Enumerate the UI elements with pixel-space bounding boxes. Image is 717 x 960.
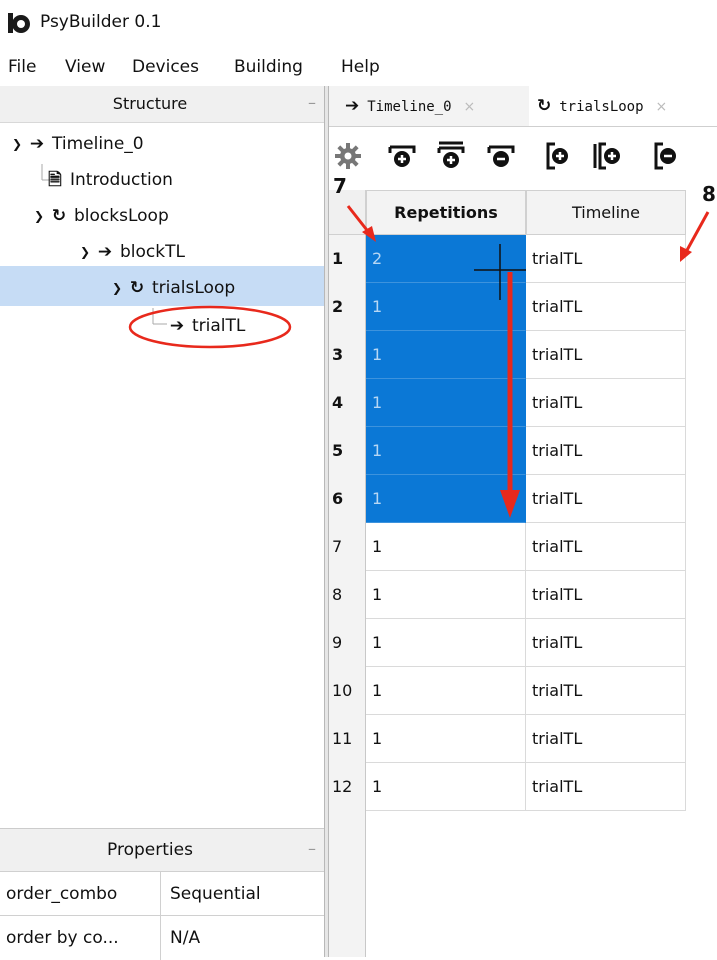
remove-column-icon[interactable] xyxy=(651,141,681,171)
conditions-table: Repetitions Timeline 1 2 trialTL 2 1 trialTL 3… xyxy=(329,190,717,957)
cell-repetitions[interactable]: 1 xyxy=(366,715,526,763)
cell-repetitions[interactable]: 1 xyxy=(366,331,526,379)
tab-bar: ➔ Timeline_0 × ↻ trialsLoop × xyxy=(329,86,717,127)
cell-timeline[interactable]: trialTL xyxy=(526,619,686,667)
properties-title: Properties xyxy=(107,840,193,860)
row-header[interactable]: 2 xyxy=(329,283,366,331)
row-header[interactable]: 4 xyxy=(329,379,366,427)
tab-timeline-0[interactable]: ➔ Timeline_0 × xyxy=(339,86,531,126)
row-header[interactable]: 7 xyxy=(329,523,366,571)
cell-timeline[interactable]: trialTL xyxy=(526,379,686,427)
property-row[interactable]: order_combo Sequential xyxy=(0,871,324,916)
app-title: PsyBuilder 0.1 xyxy=(40,12,162,32)
remove-row-icon[interactable] xyxy=(486,141,516,171)
tree-item-label: Introduction xyxy=(70,170,173,190)
cell-timeline[interactable]: trialTL xyxy=(526,763,686,811)
cell-timeline[interactable]: trialTL xyxy=(526,475,686,523)
row-header[interactable]: 5 xyxy=(329,427,366,475)
tab-label: trialsLoop xyxy=(559,99,644,115)
title-bar: PsyBuilder 0.1 xyxy=(0,0,717,48)
row-header[interactable]: 3 xyxy=(329,331,366,379)
cell-timeline[interactable]: trialTL xyxy=(526,715,686,763)
property-key: order by co... xyxy=(6,928,119,948)
cell-timeline[interactable]: trialTL xyxy=(526,523,686,571)
close-icon[interactable]: × xyxy=(656,99,668,115)
loop-icon: ↻ xyxy=(537,96,552,116)
tree-item-label: Timeline_0 xyxy=(52,134,144,154)
loop-icon: ↻ xyxy=(51,206,67,226)
add-row-icon[interactable] xyxy=(387,141,417,171)
cell-repetitions[interactable]: 1 xyxy=(366,619,526,667)
annotation-label-8: 8 xyxy=(702,182,716,206)
close-icon[interactable]: × xyxy=(464,99,476,115)
add-column-icon[interactable] xyxy=(543,141,573,171)
menu-bar: File View Devices Building Help xyxy=(0,52,717,82)
arrow-right-icon: ➔ xyxy=(29,134,45,154)
property-value[interactable]: Sequential xyxy=(170,872,261,916)
properties-header: Properties – xyxy=(0,828,324,871)
row-header[interactable]: 10 xyxy=(329,667,366,715)
annotation-label-7: 7 xyxy=(333,174,347,198)
tree-item-label: blockTL xyxy=(120,242,185,262)
menu-help[interactable]: Help xyxy=(339,52,382,82)
cell-repetitions[interactable]: 1 xyxy=(366,379,526,427)
chevron-down-icon[interactable]: ❯ xyxy=(76,234,94,270)
insert-rows-icon[interactable] xyxy=(436,141,466,171)
tree-item-trialsloop[interactable]: ❯ ↻ trialsLoop xyxy=(108,270,235,306)
property-row[interactable]: order by co... N/A xyxy=(0,915,324,960)
tree-item-label: blocksLoop xyxy=(74,206,169,226)
loop-toolbar xyxy=(329,127,717,185)
insert-column-icon[interactable] xyxy=(593,141,623,171)
cell-repetitions[interactable]: 1 xyxy=(366,571,526,619)
column-header-repetitions[interactable]: Repetitions xyxy=(366,190,526,235)
row-header[interactable]: 6 xyxy=(329,475,366,523)
cell-repetitions[interactable]: 1 xyxy=(366,523,526,571)
row-header[interactable]: 11 xyxy=(329,715,366,763)
arrow-right-icon: ➔ xyxy=(345,96,360,116)
cell-repetitions[interactable]: 1 xyxy=(366,427,526,475)
settings-icon[interactable] xyxy=(333,141,363,171)
tree-item-timeline-0[interactable]: ❯ ➔ Timeline_0 xyxy=(8,126,144,162)
row-header[interactable]: 12 xyxy=(329,763,366,811)
row-header[interactable]: 1 xyxy=(329,235,366,283)
properties-minimize-button[interactable]: – xyxy=(308,829,316,869)
psybuilder-logo-icon xyxy=(8,13,30,33)
tree-item-introduction[interactable]: 🗎 Introduction xyxy=(44,162,173,198)
row-header[interactable]: 9 xyxy=(329,619,366,667)
property-separator xyxy=(160,872,161,916)
menu-file[interactable]: File xyxy=(6,52,38,82)
arrow-right-icon: ➔ xyxy=(97,242,113,262)
red-circle-annotation xyxy=(128,305,292,349)
property-key: order_combo xyxy=(6,884,118,904)
cell-timeline[interactable]: trialTL xyxy=(526,331,686,379)
chevron-down-icon[interactable]: ❯ xyxy=(30,198,48,234)
cell-repetitions[interactable]: 2 xyxy=(366,235,526,283)
menu-devices[interactable]: Devices xyxy=(130,52,201,82)
tab-trialsloop[interactable]: ↻ trialsLoop × xyxy=(529,86,717,126)
cell-repetitions[interactable]: 1 xyxy=(366,763,526,811)
document-icon: 🗎 xyxy=(48,170,62,190)
cell-repetitions[interactable]: 1 xyxy=(366,667,526,715)
menu-building[interactable]: Building xyxy=(232,52,305,82)
column-header-timeline[interactable]: Timeline xyxy=(526,190,686,235)
row-header[interactable]: 8 xyxy=(329,571,366,619)
cell-repetitions[interactable]: 1 xyxy=(366,283,526,331)
cell-repetitions[interactable]: 1 xyxy=(366,475,526,523)
loop-icon: ↻ xyxy=(129,278,145,298)
tree-item-blocksloop[interactable]: ❯ ↻ blocksLoop xyxy=(30,198,169,234)
cell-timeline[interactable]: trialTL xyxy=(526,667,686,715)
tree-item-blocktl[interactable]: ❯ ➔ blockTL xyxy=(76,234,185,270)
cell-timeline[interactable]: trialTL xyxy=(526,235,686,283)
property-separator xyxy=(160,916,161,960)
chevron-down-icon[interactable]: ❯ xyxy=(8,126,26,162)
cell-timeline[interactable]: trialTL xyxy=(526,571,686,619)
property-value[interactable]: N/A xyxy=(170,916,200,960)
cell-timeline[interactable]: trialTL xyxy=(526,427,686,475)
cell-timeline[interactable]: trialTL xyxy=(526,283,686,331)
structure-panel: Structure – ❯ ➔ Timeline_0 🗎 Introductio… xyxy=(0,86,324,960)
menu-view[interactable]: View xyxy=(63,52,107,82)
chevron-down-icon[interactable]: ❯ xyxy=(108,270,126,306)
tab-label: Timeline_0 xyxy=(367,99,452,115)
tree-item-label: trialsLoop xyxy=(152,278,236,298)
